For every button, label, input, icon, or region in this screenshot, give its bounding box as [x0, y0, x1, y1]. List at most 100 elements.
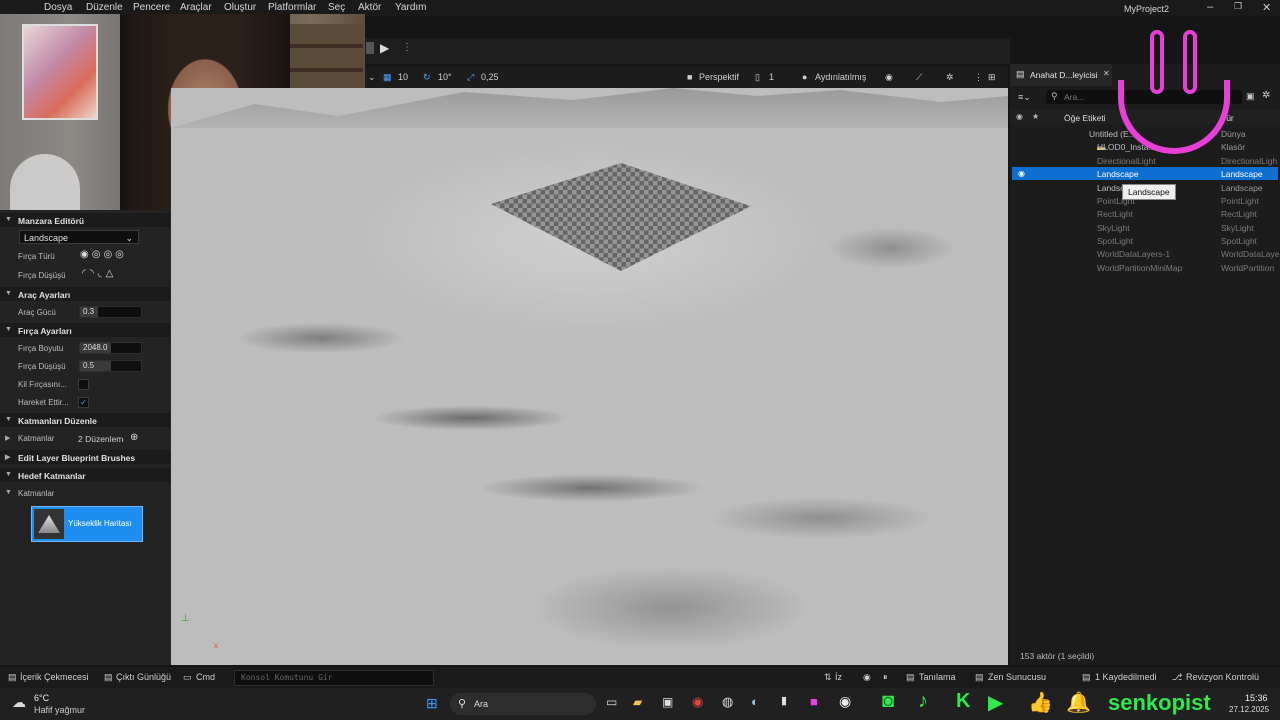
minimize-icon[interactable]: – — [1207, 1, 1213, 13]
section-edit-layer-bp[interactable]: ▶ Edit Layer Blueprint Brushes — [0, 450, 170, 464]
brush-size-field[interactable]: 2048.0 — [79, 342, 142, 354]
taskbar-search[interactable]: ⚲ Ara — [450, 693, 596, 715]
perspective-button[interactable]: Perspektif — [699, 72, 739, 82]
weather-temp[interactable]: 6°C — [34, 693, 49, 703]
outliner-row-skylight[interactable]: SkyLight SkyLight — [1012, 221, 1278, 234]
drawer-icon: ▤ — [8, 672, 17, 682]
move-label: Hareket Ettir... — [18, 398, 69, 407]
weather-text[interactable]: Hafif yağmur — [34, 705, 85, 715]
chrome-icon[interactable]: ◉ — [692, 694, 703, 710]
snap-icon[interactable]: ⟋ — [916, 72, 922, 83]
brush-falloff-label: Fırça Düşüşü — [18, 271, 66, 280]
menu-build[interactable]: Oluştur — [224, 2, 256, 13]
layers-count: 2 Düzenleme — [78, 434, 124, 444]
outliner-row-worlddatalayers[interactable]: WorldDataLayers-1 WorldDataLaye — [1012, 247, 1279, 260]
add-layer-icon[interactable]: ⊕ — [130, 432, 138, 443]
move-checkbox[interactable]: ✓ — [78, 397, 89, 408]
tool-strength-field[interactable]: 0.3 — [79, 306, 142, 318]
filter-icon[interactable]: ≡⌄ — [1018, 92, 1031, 103]
menu-file[interactable]: Dosya — [44, 2, 72, 13]
settings-icon[interactable]: ✲ — [946, 72, 954, 83]
store-icon[interactable]: ▣ — [662, 695, 673, 709]
rotation-snap-value[interactable]: 10° — [438, 72, 452, 82]
layout-icon: ▯ — [755, 72, 760, 82]
menu-tools[interactable]: Araçlar — [180, 2, 212, 13]
maximize-viewport-icon[interactable]: ⊞ — [988, 72, 996, 83]
section-landscape-editor[interactable]: ▼ Manzara Editörü — [0, 213, 170, 227]
task-view-icon[interactable]: ▭ — [606, 695, 617, 709]
lit-mode-button[interactable]: Aydınlatılmış — [815, 72, 866, 82]
stop-icon[interactable] — [366, 42, 374, 54]
brush-falloff-value-label: Fırça Düşüşü — [18, 362, 66, 371]
painting-image — [22, 24, 98, 120]
lit-icon: ● — [802, 72, 808, 82]
outliner-row-landscape-selected[interactable]: ◉ Landscape Landscape — [1012, 167, 1278, 180]
clock-time[interactable]: 15:36 — [1245, 693, 1268, 703]
clock-date[interactable]: 27.12.2025 — [1229, 705, 1269, 714]
search-icon: ⚲ — [458, 698, 467, 710]
brush-falloff-field[interactable]: 0.5 — [79, 360, 142, 372]
outliner-row-directional[interactable]: DirectionalLight DirectionalLigh — [1012, 154, 1278, 167]
close-tab-icon[interactable]: ✕ — [1103, 69, 1110, 78]
tab-outliner[interactable]: ▤ Anahat D...leyicisi ✕ — [1010, 64, 1112, 86]
content-drawer-button[interactable]: İçerik Çekmecesi — [20, 672, 89, 682]
close-icon[interactable]: ✕ — [1262, 1, 1271, 14]
menu-window[interactable]: Pencere — [133, 2, 170, 13]
camera-icon: ■ — [687, 72, 693, 82]
unreal-icon[interactable]: ◉ — [839, 693, 851, 710]
youtube-icon: ▶ — [988, 692, 1004, 714]
menu-platforms[interactable]: Platformlar — [268, 2, 316, 13]
menu-edit[interactable]: Düzenle — [86, 2, 123, 13]
falloff-type-icons[interactable]: ◜◝◟△ — [82, 268, 144, 282]
outliner-row-spotlight[interactable]: SpotLight SpotLight — [1012, 234, 1278, 247]
chevron-down-icon[interactable]: ⌄ — [368, 72, 376, 83]
more-icon[interactable]: ⋮ — [974, 72, 983, 83]
record-icon[interactable]: ◉ — [863, 672, 871, 683]
heightmap-layer[interactable]: Yükseklik Haritası — [31, 506, 143, 542]
scale-snap-icon[interactable]: ⤢ — [467, 72, 474, 83]
camera-speed-value[interactable]: 1 — [769, 72, 774, 82]
collapse-arrow-icon[interactable]: ▼ — [5, 489, 12, 496]
menu-help[interactable]: Yardım — [395, 2, 427, 13]
heightmap-thumbnail — [34, 509, 64, 539]
trace-button[interactable]: İz — [835, 672, 842, 682]
expand-arrow-icon[interactable]: ▶ — [5, 434, 10, 442]
start-icon[interactable]: ⊞ — [426, 695, 438, 712]
console-input[interactable]: Konsol Komutunu Gir — [234, 670, 434, 686]
folder-add-icon[interactable]: ▣ — [1246, 91, 1255, 102]
app-icon[interactable]: ■ — [810, 694, 818, 709]
output-log-button[interactable]: Çıktı Günlüğü — [116, 672, 171, 682]
grid-snap-value[interactable]: 10 — [398, 72, 408, 82]
rotation-snap-icon[interactable]: ↻ — [423, 72, 431, 83]
outliner-row-rectlight[interactable]: RectLight RectLight — [1012, 207, 1278, 220]
instagram-icon: ◙ — [882, 690, 895, 712]
play-icon[interactable]: ▶ — [380, 41, 394, 55]
scale-snap-value[interactable]: 0,25 — [481, 72, 499, 82]
col-label[interactable]: Öğe Etiketi — [1064, 113, 1106, 123]
brush-type-icons[interactable]: ◉◎◎◎ — [80, 249, 142, 263]
cmd-icon: ▭ — [183, 672, 192, 682]
section-tool-settings[interactable]: ▼ Araç Ayarları — [0, 287, 170, 301]
section-edit-layers[interactable]: ▼ Katmanları Düzenle — [0, 413, 170, 427]
gear-icon[interactable]: ✲ — [1262, 90, 1270, 101]
cmd-dropdown[interactable]: Cmd — [196, 672, 215, 682]
more-options-icon[interactable]: ⋮ — [402, 42, 412, 53]
menu-actor[interactable]: Aktör — [358, 2, 381, 13]
file-explorer-icon[interactable]: ▰ — [633, 695, 642, 709]
grid-snap-icon[interactable]: ▦ — [383, 72, 392, 83]
clay-brush-checkbox[interactable] — [78, 379, 89, 390]
level-viewport[interactable]: ⊥ x — [171, 88, 1008, 665]
social-overlay: ◙ ♪ K ▶ 👍 🔔 senkopist — [878, 680, 1211, 720]
section-brush-settings[interactable]: ▼ Fırça Ayarları — [0, 323, 170, 337]
selected-landscape-patch[interactable] — [491, 163, 751, 271]
restore-icon[interactable]: ❐ — [1234, 1, 1242, 12]
section-target-layers[interactable]: ▼ Hedef Katmanlar — [0, 468, 170, 482]
epic-icon[interactable]: ▮ — [781, 694, 787, 707]
mode-dropdown[interactable]: Landscape ⌄ — [19, 230, 139, 244]
show-icon[interactable]: ◉ — [885, 72, 893, 83]
steam-icon[interactable]: ◐ — [751, 694, 759, 709]
menu-select[interactable]: Seç — [328, 2, 345, 13]
github-icon[interactable]: ◍ — [722, 694, 733, 710]
outliner-tab-icon: ▤ — [1016, 69, 1025, 79]
outliner-row-minimap[interactable]: WorldPartitionMiniMap WorldPartition — [1012, 261, 1278, 274]
